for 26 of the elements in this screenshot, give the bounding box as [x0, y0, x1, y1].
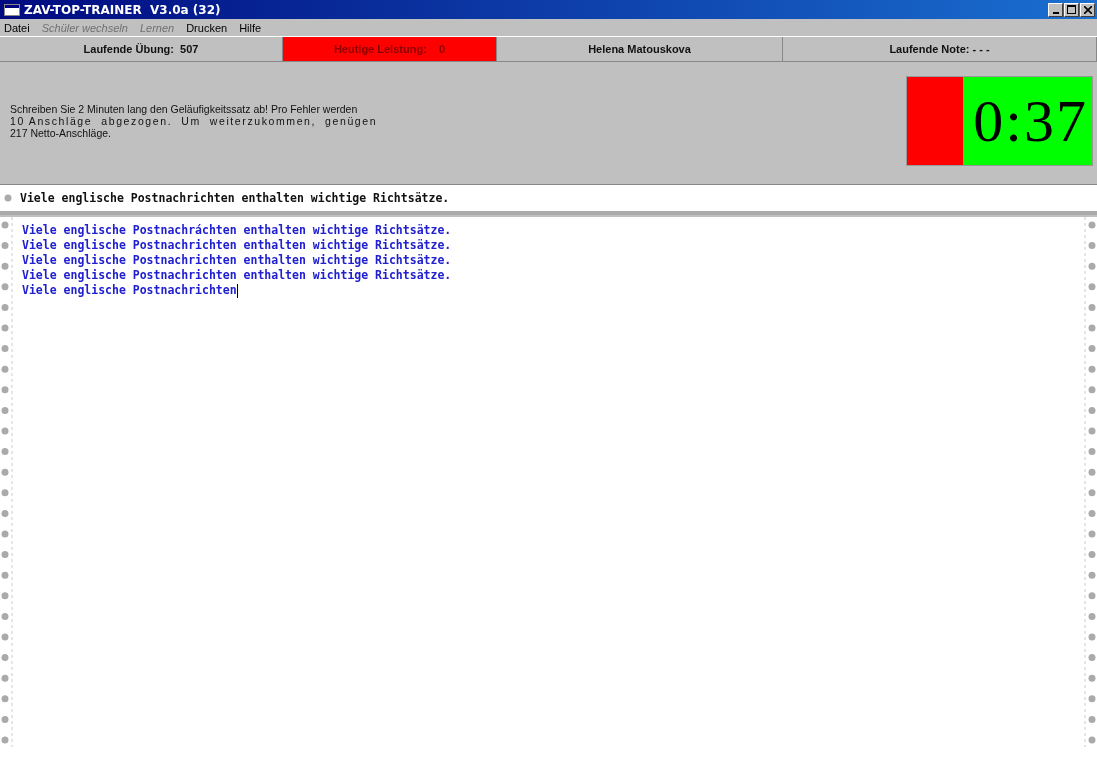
status-field: Heutige Leistung: 0 — [283, 37, 497, 61]
typed-line: Viele englische Postnachrichten enthalten wichtige Richtsätze. — [22, 268, 453, 283]
menu-item[interactable]: Drucken — [186, 21, 228, 34]
text-cursor — [236, 283, 238, 298]
instruction-text: 10 Anschläge abgezogen. Um weiterzukommen, genügen — [10, 115, 379, 127]
template-text: Viele englische Postnachrichten enthalten wichtige Richtsätze. — [20, 191, 450, 205]
status-field: Laufende Note: - - - — [783, 37, 1097, 61]
status-field: Helena Matouskova — [497, 37, 783, 61]
maximize-icon — [1067, 5, 1076, 14]
typed-line: Viele englische Postnachrichten enthalten wichtige Richtsätze. — [22, 238, 453, 253]
menu-item[interactable]: Datei — [4, 21, 30, 34]
hole-icon — [4, 194, 12, 202]
menu-item[interactable]: Hilfe — [239, 21, 262, 34]
typed-line: Viele englische Postnachrichten — [22, 283, 239, 298]
maximize-button[interactable] — [1064, 2, 1079, 17]
window-icon — [4, 3, 20, 16]
minimize-button[interactable] — [1048, 2, 1063, 17]
close-icon — [1083, 5, 1092, 14]
close-button[interactable] — [1080, 2, 1095, 17]
instruction-text: Schreiben Sie 2 Minuten lang den Geläufigkeitssatz ab! Pro Fehler werden — [10, 103, 359, 115]
instruction-text: 217 Netto-Anschläge. — [10, 127, 112, 139]
timer-text: 0:37 — [973, 86, 1089, 156]
typed-line: Viele englische Postnachráchten enthalten wichtige Richtsätze. — [22, 223, 453, 238]
window-title: ZAV-TOP-TRAINER V3.0a (32) — [24, 2, 221, 17]
typed-line: Viele englische Postnachrichten enthalten wichtige Richtsätze. — [22, 253, 453, 268]
minimize-icon — [1052, 11, 1059, 14]
